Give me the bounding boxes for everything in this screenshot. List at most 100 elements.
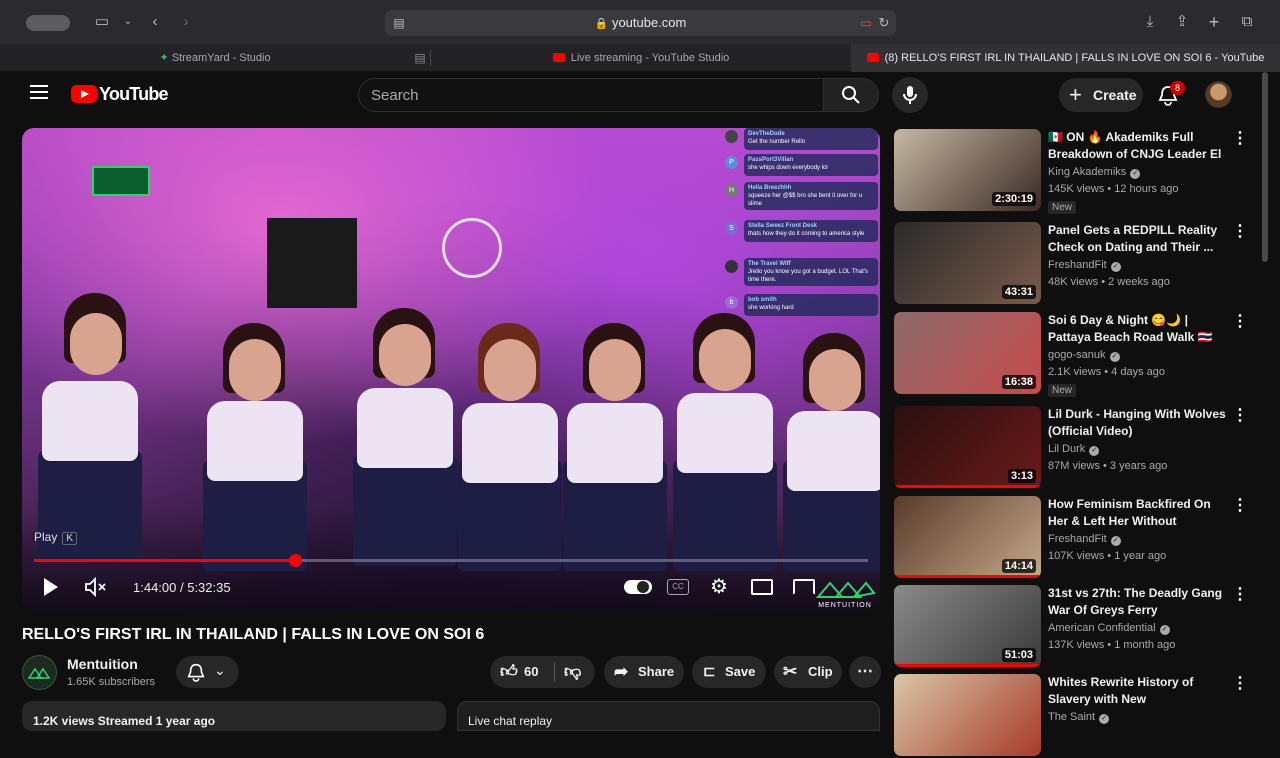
chat-message: bob smith she working hard (744, 294, 878, 316)
video-player[interactable]: DevTheDude Get the number Rello P PassPor… (22, 128, 880, 611)
time-display: 1:44:00 / 5:32:35 (133, 580, 231, 595)
more-options-icon[interactable]: ⋮ (1232, 314, 1248, 332)
plus-icon: + (1069, 82, 1082, 107)
more-options-icon[interactable]: ⋮ (1232, 224, 1248, 242)
download-icon[interactable]: ⤓ (1140, 12, 1160, 32)
share-icon[interactable]: ⇪ (1172, 12, 1192, 32)
bookmark-icon: ⊏ (703, 663, 716, 680)
recommendation-channel[interactable]: gogo-sanuk ✓ (1048, 349, 1120, 362)
more-options-icon[interactable]: ⋮ (1232, 131, 1248, 149)
search-button[interactable] (823, 78, 879, 112)
menu-icon[interactable] (30, 85, 48, 99)
forward-icon[interactable]: › (176, 12, 196, 32)
theater-mode-icon[interactable] (751, 579, 773, 595)
recommendation-channel[interactable]: King Akademiks ✓ (1048, 166, 1141, 179)
settings-gear-icon[interactable]: ⚙ (710, 574, 728, 599)
save-button[interactable]: ⊏ Save (692, 656, 766, 688)
recommendation-title[interactable]: Soi 6 Day & Night 😋🌙 | Pattaya Beach Roa… (1048, 312, 1228, 346)
recording-icon[interactable]: ▭ (856, 13, 876, 33)
live-chat-replay-panel[interactable]: Live chat replay (457, 701, 880, 731)
more-options-icon[interactable]: ⋮ (1232, 676, 1248, 694)
autoplay-toggle[interactable] (624, 580, 652, 594)
play-icon[interactable] (42, 576, 60, 598)
recommendation-title[interactable]: Lil Durk - Hanging With Wolves (Official… (1048, 406, 1228, 440)
duration-badge: 2:30:19 (992, 192, 1036, 206)
recommendation-item[interactable]: 2:30:19 🇲🇽 ON 🔥 Akademiks Full Breakdown … (894, 129, 1248, 214)
recommendation-title[interactable]: How Feminism Backfired On Her & Left Her… (1048, 496, 1228, 530)
recommendation-title[interactable]: 🇲🇽 ON 🔥 Akademiks Full Breakdown of CNJG… (1048, 129, 1228, 163)
recommendation-channel[interactable]: FreshandFit ✓ (1048, 259, 1121, 272)
channel-name[interactable]: Mentuition (67, 656, 138, 672)
channel-avatar[interactable] (22, 655, 57, 690)
like-button[interactable]: 👍︎ 60 (490, 656, 554, 688)
scrollbar[interactable] (1262, 72, 1268, 262)
recommendation-channel[interactable]: Lil Durk ✓ (1048, 443, 1100, 456)
subscription-notification-button[interactable]: ⌄ (176, 656, 239, 688)
account-avatar[interactable] (1205, 81, 1232, 108)
search-box[interactable] (358, 78, 824, 112)
recommendation-item[interactable]: 14:14 How Feminism Backfired On Her & Lef… (894, 496, 1248, 580)
window-controls[interactable] (26, 15, 70, 31)
tab-bar: ✦ StreamYard - Studio ▤ Live streaming -… (0, 44, 1280, 72)
chat-message: Hella Breezhhh squeeze her @$$ bro she be… (744, 182, 878, 210)
more-actions-button[interactable]: ⋯ (849, 656, 881, 688)
recommendation-item[interactable]: Whites Rewrite History of Slavery with N… (894, 674, 1248, 758)
duration-badge: 16:38 (1001, 375, 1036, 389)
play-tooltip: Play K (34, 530, 78, 545)
recommendation-channel[interactable]: FreshandFit ✓ (1048, 533, 1121, 546)
recommendation-title[interactable]: 31st vs 27th: The Deadly Gang War Of Gre… (1048, 585, 1228, 619)
recommendation-title[interactable]: Panel Gets a REDPILL Reality Check on Da… (1048, 222, 1228, 256)
tab-overview-icon[interactable]: ⧉ (1237, 12, 1257, 32)
youtube-logo-text[interactable]: YouTube (99, 84, 169, 105)
recommendation-meta: 107K views • 1 year ago (1048, 550, 1167, 562)
dislike-button[interactable]: 👎︎ (555, 656, 595, 688)
clip-button[interactable]: ✂ Clip (774, 656, 842, 688)
more-options-icon[interactable]: ⋮ (1232, 498, 1248, 516)
verified-icon: ✓ (1089, 446, 1100, 456)
chat-avatar: P (725, 156, 738, 169)
verified-icon: ✓ (1110, 262, 1121, 272)
cast-icon[interactable] (793, 579, 815, 595)
video-thumbnail[interactable] (894, 674, 1041, 756)
tab-youtube-video[interactable]: (8) RELLO'S FIRST IRL IN THAILAND | FALL… (851, 44, 1280, 72)
lock-icon: 🔒 (594, 18, 609, 30)
watched-progress (894, 575, 1041, 578)
recommendation-channel[interactable]: The Saint ✓ (1048, 711, 1110, 724)
video-thumbnail[interactable]: 2:30:19 (894, 129, 1041, 211)
tab-youtube-studio[interactable]: Live streaming - YouTube Studio (431, 44, 851, 72)
description-box[interactable]: 1.2K views Streamed 1 year ago (22, 701, 446, 731)
streamyard-icon: ✦ (159, 52, 169, 64)
address-bar[interactable]: ▤ 🔒 youtube.com ▭ ↻ (385, 10, 896, 36)
recommendation-channel[interactable]: American Confidential ✓ (1048, 622, 1170, 635)
reload-icon[interactable]: ↻ (874, 13, 894, 33)
subtitles-icon[interactable]: CC (667, 579, 689, 595)
recommendation-item[interactable]: 43:31 Panel Gets a REDPILL Reality Check … (894, 222, 1248, 306)
more-options-icon[interactable]: ⋮ (1232, 587, 1248, 605)
more-options-icon[interactable]: ⋮ (1232, 408, 1248, 426)
verified-icon: ✓ (1109, 352, 1120, 362)
chevron-down-icon: ⌄ (214, 662, 226, 678)
search-input[interactable] (371, 79, 811, 111)
recommendation-item[interactable]: 51:03 31st vs 27th: The Deadly Gang War O… (894, 585, 1248, 669)
create-button[interactable]: + Create (1059, 78, 1143, 112)
mute-icon[interactable] (84, 576, 108, 598)
progress-bar[interactable] (34, 554, 868, 567)
video-thumbnail[interactable]: 51:03 (894, 585, 1041, 667)
share-button[interactable]: ➦ Share (604, 656, 684, 688)
video-thumbnail[interactable]: 16:38 (894, 312, 1041, 394)
new-tab-icon[interactable]: + (1204, 12, 1224, 32)
youtube-logo-icon[interactable] (71, 85, 97, 103)
voice-search-button[interactable] (892, 77, 928, 113)
tab-streamyard[interactable]: ✦ StreamYard - Studio (0, 44, 430, 72)
video-thumbnail[interactable]: 14:14 (894, 496, 1041, 578)
mentuition-logo-icon (27, 667, 51, 679)
chevron-down-icon[interactable]: ⌄ (118, 12, 138, 32)
recommendation-item[interactable]: 3:13 Lil Durk - Hanging With Wolves (Offi… (894, 406, 1248, 490)
video-thumbnail[interactable]: 43:31 (894, 222, 1041, 304)
recommendation-item[interactable]: 16:38 Soi 6 Day & Night 😋🌙 | Pattaya Beac… (894, 312, 1248, 397)
recommendation-title[interactable]: Whites Rewrite History of Slavery with N… (1048, 674, 1228, 708)
sidebar-toggle-icon[interactable]: ▭ (92, 12, 112, 32)
video-thumbnail[interactable]: 3:13 (894, 406, 1041, 488)
scrubber-handle[interactable] (288, 554, 302, 567)
back-icon[interactable]: ‹ (145, 12, 165, 32)
